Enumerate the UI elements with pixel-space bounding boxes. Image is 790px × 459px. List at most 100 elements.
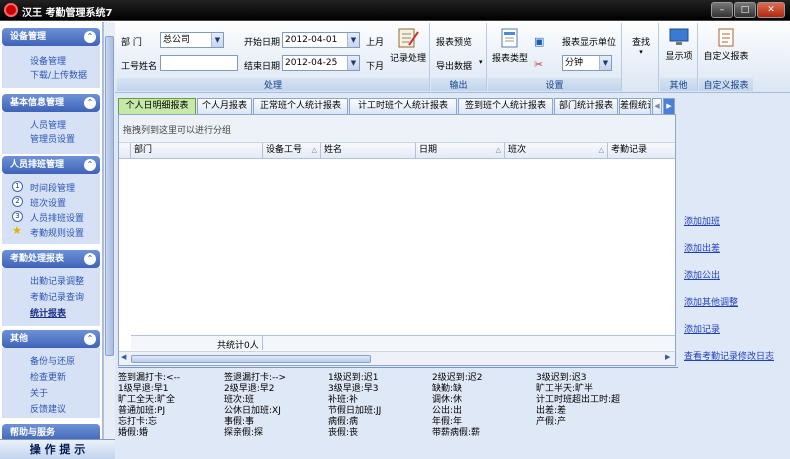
group-output: 报表预览 导出数据 ▾ 输出 xyxy=(431,23,487,91)
column-shift[interactable]: 班次 △ xyxy=(505,143,608,158)
tab-scroll-left-icon[interactable]: ◀ xyxy=(652,98,662,114)
sidebar-section-reports[interactable]: 考勤处理报表 ⌃ xyxy=(2,250,100,268)
column-name[interactable]: 姓名 xyxy=(321,143,416,158)
sidebar-section-basic-info[interactable]: 基本信息管理 ⌃ xyxy=(2,94,100,112)
sidebar-item-shift-settings[interactable]: 班次设置 xyxy=(30,196,66,209)
collapse-icon[interactable]: ⌃ xyxy=(84,97,96,109)
tab-signin-shift[interactable]: 签到班个人统计报表 xyxy=(458,98,553,114)
report-preview-button[interactable]: 报表预览 xyxy=(436,35,472,48)
summary-cell xyxy=(131,336,263,350)
report-type-icon xyxy=(501,28,518,48)
sidebar-scroll-thumb[interactable] xyxy=(105,36,114,356)
sidebar-item-device-mgmt[interactable]: 设备管理 xyxy=(30,54,66,67)
group-by-area[interactable]: 拖拽列到这里可以进行分组 xyxy=(119,115,675,143)
custom-report-icon xyxy=(718,28,734,47)
start-date-picker[interactable]: 2012-04-01 ▼ xyxy=(282,32,360,48)
chevron-down-icon: ▼ xyxy=(211,33,223,47)
tab-dept-stats[interactable]: 部门统计报表 xyxy=(554,98,618,114)
grid-scroll-thumb[interactable] xyxy=(131,355,371,363)
sidebar-item-admin-settings[interactable]: 管理员设置 xyxy=(30,132,75,145)
prev-month-button[interactable]: 上月 xyxy=(366,35,384,48)
export-data-button[interactable]: 导出数据 xyxy=(436,59,472,72)
grid-horizontal-scrollbar[interactable]: ◀ ▶ xyxy=(119,351,675,365)
column-label: 班次 xyxy=(508,145,527,155)
sidebar-item-stat-report[interactable]: 统计报表 xyxy=(30,306,66,319)
legend-item: 探亲假:探 xyxy=(224,428,264,438)
record-process-button[interactable]: 记录处理 xyxy=(387,27,429,64)
group-other-caption: 其他 xyxy=(660,78,697,91)
chevron-down-icon: ▼ xyxy=(347,33,359,47)
chevron-down-icon: ▼ xyxy=(347,56,359,70)
report-type-button[interactable]: 报表类型 xyxy=(490,27,530,64)
close-button[interactable]: ✕ xyxy=(757,2,785,18)
sidebar-item-attendance-rules[interactable]: 考勤规则设置 xyxy=(30,226,84,239)
sidebar-item-check-update[interactable]: 检查更新 xyxy=(30,370,66,383)
scroll-left-icon[interactable]: ◀ xyxy=(121,353,126,361)
sidebar-item-time-periods[interactable]: 时间段管理 xyxy=(30,181,75,194)
column-records[interactable]: 考勤记录 xyxy=(608,143,675,158)
tab-monthly[interactable]: 个人月报表 xyxy=(197,98,252,114)
find-button[interactable]: 查找 ▾ xyxy=(623,35,659,56)
collapse-icon[interactable]: ⌃ xyxy=(84,31,96,43)
column-device-id[interactable]: 设备工号 △ xyxy=(263,143,321,158)
display-items-label: 显示项 xyxy=(665,52,693,62)
sidebar-item-roster-settings[interactable]: 人员排班设置 xyxy=(30,211,84,224)
sidebar-item-personnel[interactable]: 人员管理 xyxy=(30,118,66,131)
next-month-button[interactable]: 下月 xyxy=(366,59,384,72)
collapse-icon[interactable]: ⌃ xyxy=(84,253,96,265)
sidebar-section-help[interactable]: 帮助与服务 xyxy=(2,424,100,439)
add-record-link[interactable]: 添加记录 xyxy=(684,322,720,335)
dept-label: 部 门 xyxy=(121,38,142,48)
dept-select[interactable]: 总公司 ▼ xyxy=(160,32,224,48)
sidebar-item-backup[interactable]: 备份与还原 xyxy=(30,354,75,367)
unit-select[interactable]: 分钟 ▼ xyxy=(562,55,612,71)
sidebar-item-download-upload[interactable]: 下载/上传数据 xyxy=(30,68,87,81)
column-date[interactable]: 日期 △ xyxy=(416,143,505,158)
column-header-row: 部门 设备工号 △ 姓名 日期 △ 班次 △ 考勤记录 xyxy=(119,143,675,159)
group-settings-caption: 设置 xyxy=(488,78,621,91)
tab-hourly-shift[interactable]: 计工时班个人统计报表 xyxy=(349,98,457,114)
end-date-picker[interactable]: 2012-04-25 ▼ xyxy=(282,55,360,71)
custom-report-button[interactable]: 自定义报表 xyxy=(699,27,753,62)
add-overtime-link[interactable]: 添加加班 xyxy=(684,214,720,227)
sidebar-section-device[interactable]: 设备管理 ⌃ xyxy=(2,28,100,46)
end-date-label: 结束日期 xyxy=(244,62,281,72)
add-business-trip-link[interactable]: 添加出差 xyxy=(684,241,720,254)
sidebar-section-other[interactable]: 其他 ⌃ xyxy=(2,330,100,348)
layout-icon[interactable]: ▣ xyxy=(534,35,544,48)
sidebar-item-record-adjust[interactable]: 出勤记录调整 xyxy=(30,274,84,287)
sidebar-section-scheduling[interactable]: 人员排班管理 ⌃ xyxy=(2,156,100,174)
sidebar-body-reports: 出勤记录调整 考勤记录查询 统计报表 xyxy=(2,268,100,326)
group-process: 部 门 总公司 ▼ 工号姓名 开始日期 2012-04-01 ▼ 结束日期 2012… xyxy=(117,23,430,91)
restore-button[interactable]: □ xyxy=(734,2,756,18)
sidebar-item-feedback[interactable]: 反馈建议 xyxy=(30,402,66,415)
empno-input[interactable] xyxy=(160,55,238,71)
tab-leave-stats[interactable]: 差假统计报表 xyxy=(619,98,651,114)
tab-daily-detail[interactable]: 个人日明细报表 xyxy=(118,98,196,114)
app-window: 汉王 考勤管理系统7 – □ ✕ 部 门 总公司 ▼ 工号姓名 开始日期 2012… xyxy=(0,0,790,459)
scissors-icon[interactable]: ✂ xyxy=(534,58,543,71)
tab-scroll-right-icon[interactable]: ▶ xyxy=(663,98,675,114)
collapse-icon[interactable]: ⌃ xyxy=(84,333,96,345)
section-title: 人员排班管理 xyxy=(10,160,65,170)
sidebar-item-record-query[interactable]: 考勤记录查询 xyxy=(30,290,84,303)
view-change-log-link[interactable]: 查看考勤记录修改日志 xyxy=(684,349,774,362)
display-items-button[interactable]: 显示项 xyxy=(660,27,698,62)
summary-row: 共统计0人 xyxy=(131,335,675,351)
collapse-icon[interactable]: ⌃ xyxy=(84,159,96,171)
ops-tips-bar[interactable]: 操 作 提 示 xyxy=(0,439,115,459)
add-other-adjust-link[interactable]: 添加其他调整 xyxy=(684,295,738,308)
tab-normal-shift[interactable]: 正常班个人统计报表 xyxy=(253,98,348,114)
sidebar-item-about[interactable]: 关于 xyxy=(30,386,48,399)
legend-item: 丧假:丧 xyxy=(328,428,359,438)
sort-asc-icon: △ xyxy=(598,146,604,154)
minimize-button[interactable]: – xyxy=(711,2,733,18)
sidebar-scrollbar[interactable] xyxy=(103,22,115,439)
group-find: 查找 ▾ xyxy=(623,23,659,91)
scroll-right-icon[interactable]: ▶ xyxy=(665,353,670,361)
empno-label: 工号姓名 xyxy=(121,62,158,72)
end-date-value: 2012-04-25 xyxy=(285,58,338,68)
chevron-down-icon: ▼ xyxy=(599,56,611,70)
add-official-out-link[interactable]: 添加公出 xyxy=(684,268,720,281)
column-dept[interactable]: 部门 xyxy=(131,143,263,158)
